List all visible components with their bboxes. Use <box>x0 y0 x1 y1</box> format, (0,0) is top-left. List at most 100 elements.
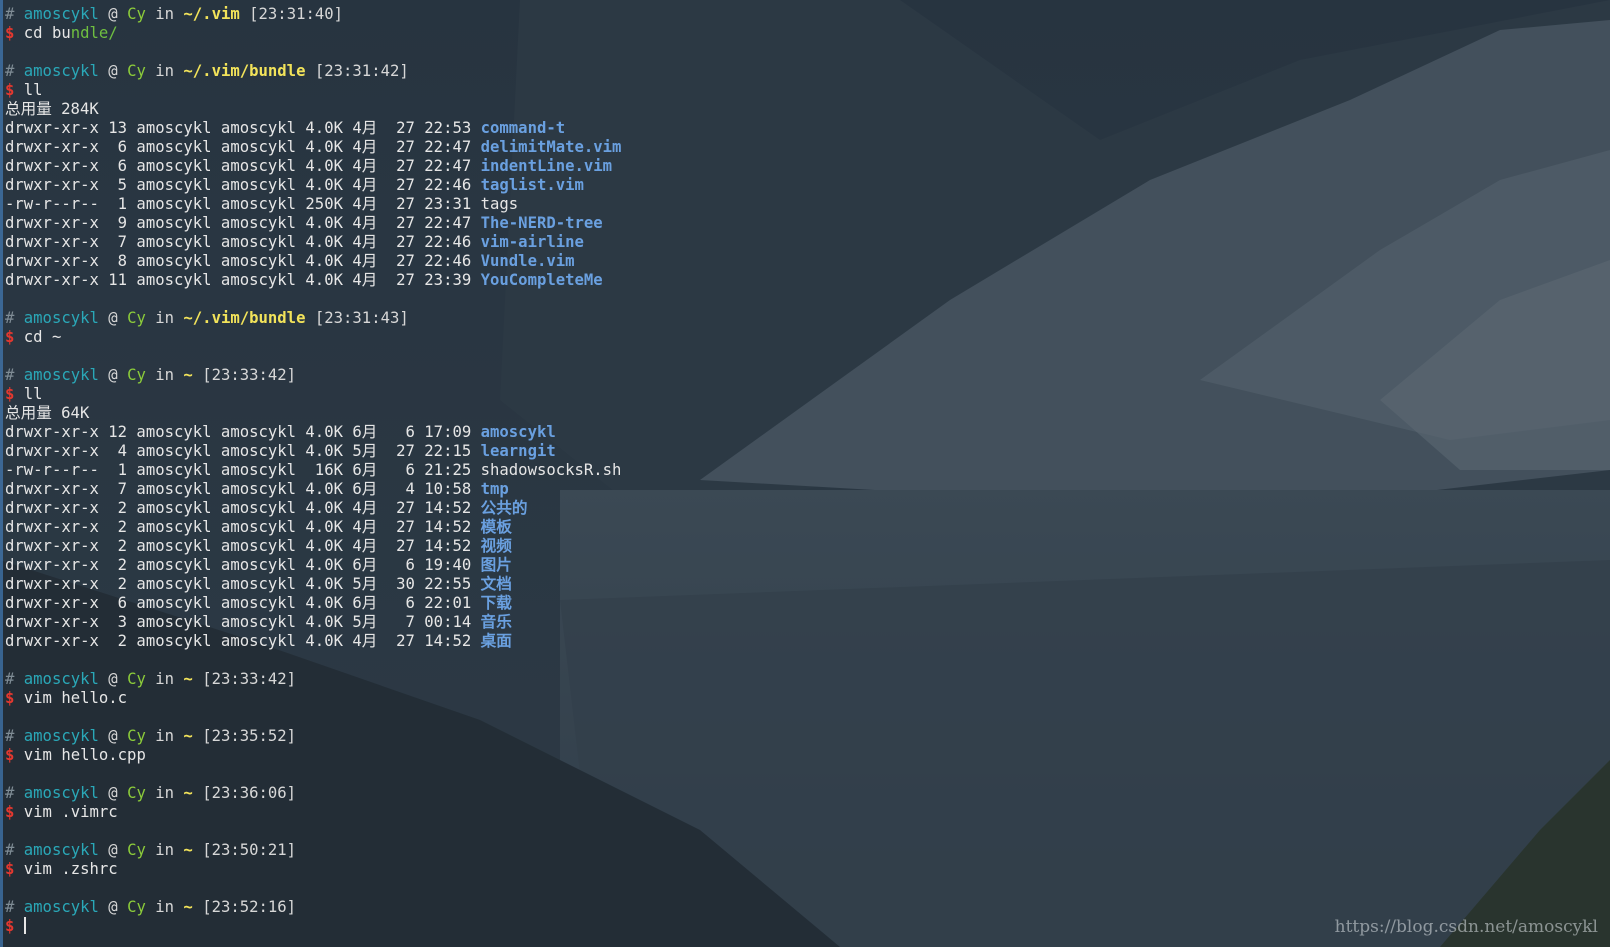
prompt-dollar: $ <box>5 328 15 346</box>
prompt-in: in <box>155 366 175 384</box>
prompt-host: Cy <box>127 5 146 23</box>
prompt-at: @ <box>108 670 118 688</box>
ls-entry-meta: drwxr-xr-x 6 amoscykl amoscykl 4.0K 4月 2… <box>5 138 481 156</box>
prompt-hash: # <box>5 62 15 80</box>
prompt-path: ~ <box>183 841 193 859</box>
ls-entry-meta: drwxr-xr-x 7 amoscykl amoscykl 4.0K 4月 2… <box>5 233 481 251</box>
prompt-path: ~/.vim/bundle <box>183 309 306 327</box>
prompt-user: amoscykl <box>23 727 99 745</box>
ls-directory-name: 模板 <box>480 518 512 536</box>
ls-entry-row: drwxr-xr-x 9 amoscykl amoscykl 4.0K 4月 2… <box>5 214 1595 233</box>
prompt-in: in <box>155 309 175 327</box>
ls-entry-row: drwxr-xr-x 3 amoscykl amoscykl 4.0K 5月 7… <box>5 613 1595 632</box>
ls-directory-name: command-t <box>480 119 566 137</box>
prompt-host: Cy <box>127 309 146 327</box>
prompt-dollar: $ <box>5 860 15 878</box>
ls-entry-meta: drwxr-xr-x 4 amoscykl amoscykl 4.0K 5月 2… <box>5 442 481 460</box>
command-text: ll <box>23 81 43 99</box>
ls-total-line: 总用量 284K <box>5 100 1595 119</box>
ls-directory-name: 桌面 <box>480 632 512 650</box>
prompt-path: ~ <box>183 670 193 688</box>
prompt-user: amoscykl <box>23 62 99 80</box>
command-text: vim .vimrc <box>23 803 118 821</box>
prompt-time: [23:31:40] <box>249 5 344 23</box>
command-line: $ vim hello.cpp <box>5 746 1595 765</box>
command-text: vim hello.cpp <box>23 746 146 764</box>
command-line: $ vim hello.c <box>5 689 1595 708</box>
prompt-at: @ <box>108 5 118 23</box>
prompt-hash: # <box>5 784 15 802</box>
watermark-url: https://blog.csdn.net/amoscykl <box>1334 917 1598 937</box>
prompt-at: @ <box>108 727 118 745</box>
ls-directory-name: 图片 <box>480 556 512 574</box>
ls-entry-row: drwxr-xr-x 6 amoscykl amoscykl 4.0K 4月 2… <box>5 138 1595 157</box>
window-left-edge <box>0 0 3 947</box>
ls-entry-row: drwxr-xr-x 8 amoscykl amoscykl 4.0K 4月 2… <box>5 252 1595 271</box>
ls-total: 总用量 64K <box>5 404 90 422</box>
ls-entry-row: -rw-r--r-- 1 amoscykl amoscykl 250K 4月 2… <box>5 195 1595 214</box>
prompt-path: ~ <box>183 727 193 745</box>
ls-directory-name: The-NERD-tree <box>480 214 603 232</box>
ls-entry-meta: drwxr-xr-x 8 amoscykl amoscykl 4.0K 4月 2… <box>5 252 481 270</box>
prompt-path: ~ <box>183 784 193 802</box>
prompt-user: amoscykl <box>23 670 99 688</box>
prompt-hash: # <box>5 670 15 688</box>
prompt-path: ~/.vim <box>183 5 240 23</box>
prompt-user: amoscykl <box>23 898 99 916</box>
prompt-in: in <box>155 5 175 23</box>
prompt-in: in <box>155 898 175 916</box>
ls-entry-row: drwxr-xr-x 2 amoscykl amoscykl 4.0K 6月 6… <box>5 556 1595 575</box>
ls-directory-name: amoscykl <box>480 423 556 441</box>
ls-directory-name: learngit <box>480 442 556 460</box>
ls-entry-meta: drwxr-xr-x 2 amoscykl amoscykl 4.0K 4月 2… <box>5 537 481 555</box>
prompt-line: # amoscykl @ Cy in ~ [23:33:42] <box>5 366 1595 385</box>
ls-directory-name: indentLine.vim <box>480 157 613 175</box>
prompt-time: [23:52:16] <box>202 898 297 916</box>
prompt-line: # amoscykl @ Cy in ~ [23:35:52] <box>5 727 1595 746</box>
ls-entry-row: drwxr-xr-x 6 amoscykl amoscykl 4.0K 6月 6… <box>5 594 1595 613</box>
text-cursor <box>23 917 26 934</box>
ls-directory-name: 文档 <box>480 575 512 593</box>
prompt-time: [23:33:42] <box>202 366 297 384</box>
ls-entry-meta: drwxr-xr-x 2 amoscykl amoscykl 4.0K 4月 2… <box>5 518 481 536</box>
ls-entry-row: drwxr-xr-x 5 amoscykl amoscykl 4.0K 4月 2… <box>5 176 1595 195</box>
ls-directory-name: 视频 <box>480 537 512 555</box>
prompt-time: [23:50:21] <box>202 841 297 859</box>
prompt-dollar: $ <box>5 24 15 42</box>
ls-entry-meta: drwxr-xr-x 3 amoscykl amoscykl 4.0K 5月 7… <box>5 613 481 631</box>
prompt-at: @ <box>108 366 118 384</box>
ls-directory-name: vim-airline <box>480 233 584 251</box>
command-text: vim hello.c <box>23 689 128 707</box>
ls-entry-row: drwxr-xr-x 6 amoscykl amoscykl 4.0K 4月 2… <box>5 157 1595 176</box>
prompt-host: Cy <box>127 841 146 859</box>
ls-entry-row: drwxr-xr-x 2 amoscykl amoscykl 4.0K 5月 3… <box>5 575 1595 594</box>
command-text: vim .zshrc <box>23 860 118 878</box>
ls-entry-row: drwxr-xr-x 2 amoscykl amoscykl 4.0K 4月 2… <box>5 499 1595 518</box>
ls-entry-meta: drwxr-xr-x 12 amoscykl amoscykl 4.0K 6月 … <box>5 423 481 441</box>
ls-entry-meta: -rw-r--r-- 1 amoscykl amoscykl 16K 6月 6 … <box>5 461 481 479</box>
prompt-path: ~/.vim/bundle <box>183 62 306 80</box>
prompt-user: amoscykl <box>23 309 99 327</box>
ls-entry-row: drwxr-xr-x 12 amoscykl amoscykl 4.0K 6月 … <box>5 423 1595 442</box>
command-line: $ cd ~ <box>5 328 1595 347</box>
prompt-time: [23:31:43] <box>314 309 409 327</box>
ls-entry-row: drwxr-xr-x 13 amoscykl amoscykl 4.0K 4月 … <box>5 119 1595 138</box>
prompt-host: Cy <box>127 727 146 745</box>
prompt-line: # amoscykl @ Cy in ~ [23:50:21] <box>5 841 1595 860</box>
command-autosuggest: ndle/ <box>70 24 118 42</box>
prompt-line: # amoscykl @ Cy in ~ [23:52:16] <box>5 898 1595 917</box>
command-text: ll <box>23 385 43 403</box>
prompt-in: in <box>155 784 175 802</box>
ls-entry-meta: drwxr-xr-x 7 amoscykl amoscykl 4.0K 6月 4… <box>5 480 481 498</box>
ls-entry-row: -rw-r--r-- 1 amoscykl amoscykl 16K 6月 6 … <box>5 461 1595 480</box>
ls-entry-row: drwxr-xr-x 11 amoscykl amoscykl 4.0K 4月 … <box>5 271 1595 290</box>
prompt-user: amoscykl <box>23 366 99 384</box>
prompt-host: Cy <box>127 62 146 80</box>
terminal-output[interactable]: # amoscykl @ Cy in ~/.vim [23:31:40] $ cd… <box>5 5 1595 935</box>
